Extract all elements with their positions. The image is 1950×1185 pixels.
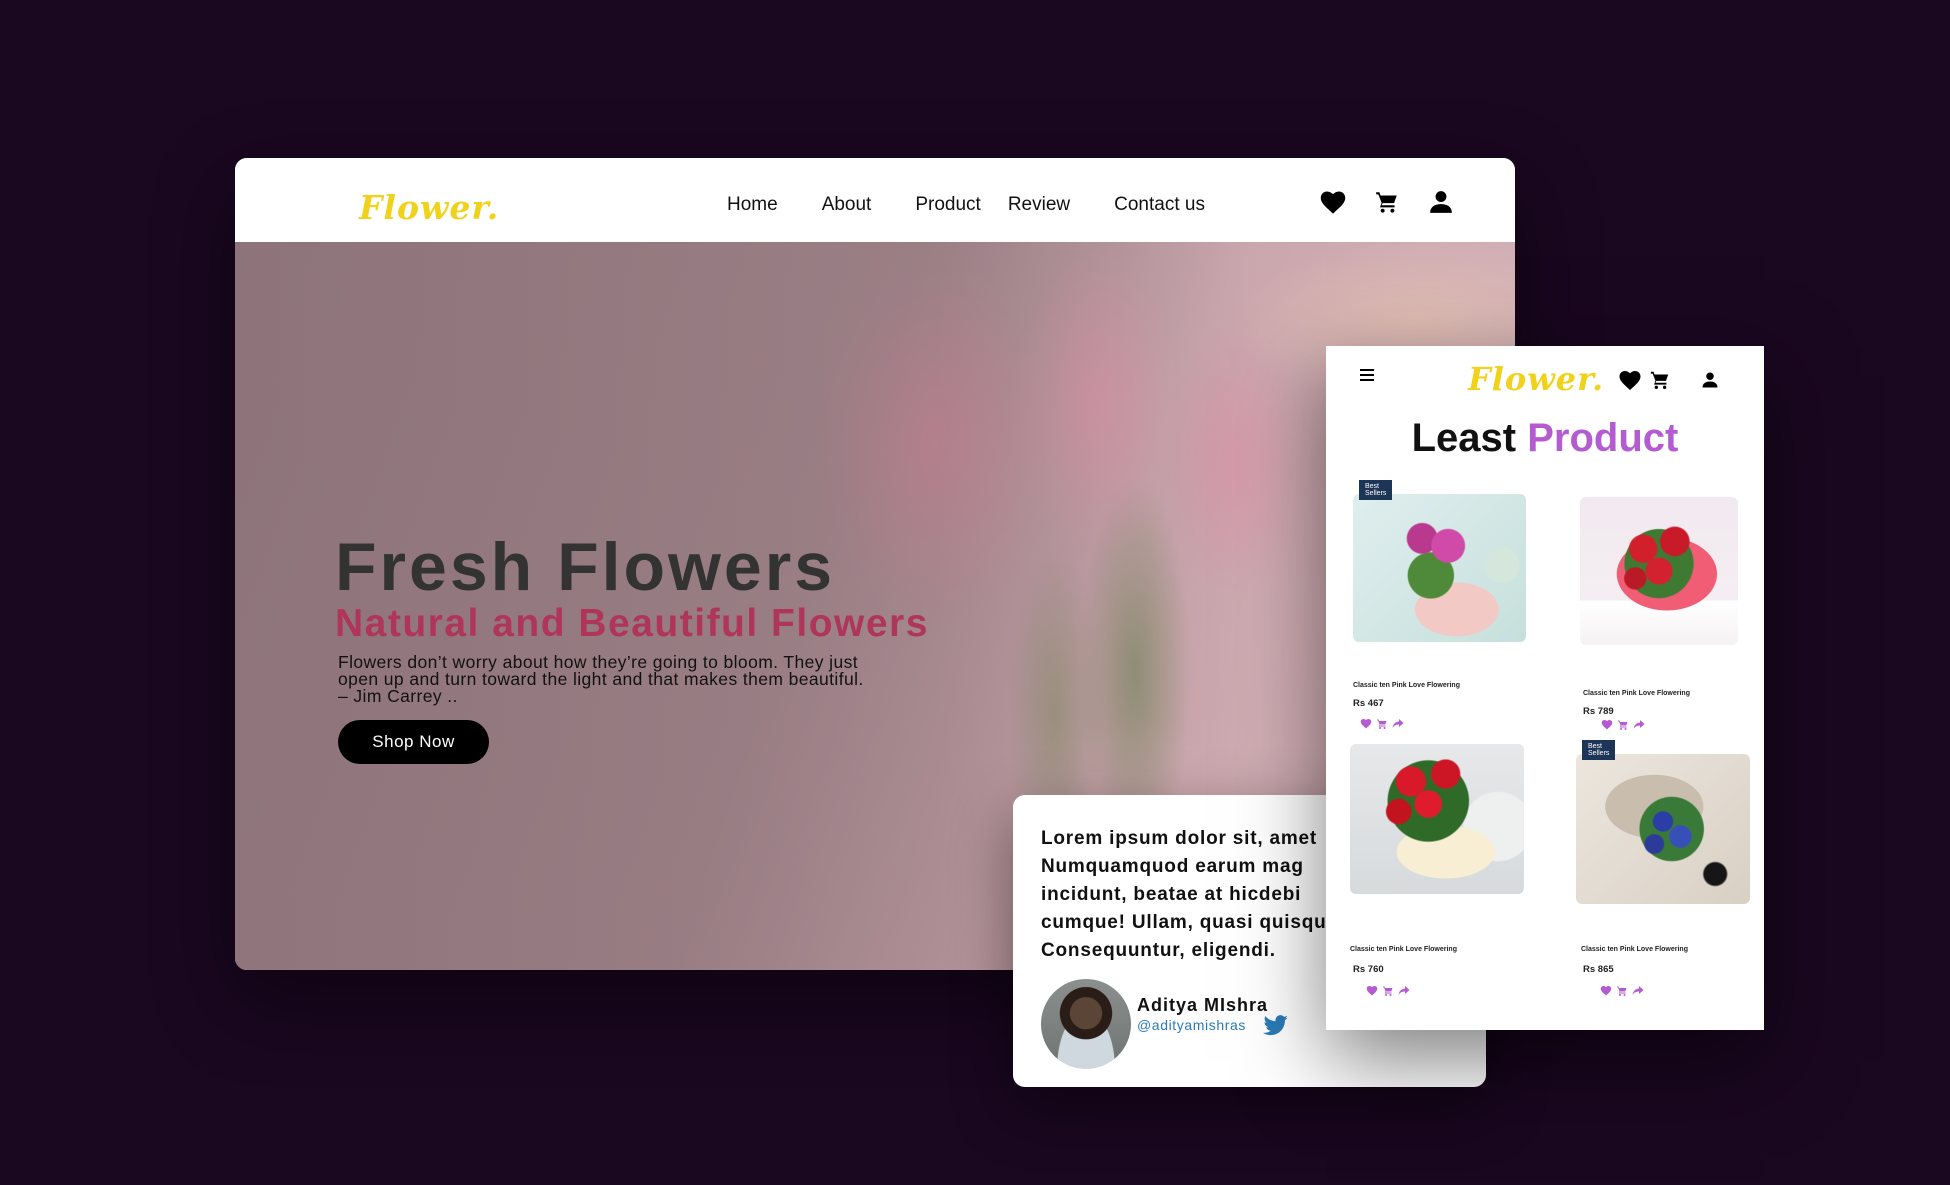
mobile-brand-logo[interactable]: Flower. [1468,360,1604,398]
product-name: Classic ten Pink Love Flowering [1353,682,1460,689]
add-to-cart-icon[interactable] [1616,718,1629,731]
hamburger-menu-icon[interactable] [1360,368,1374,386]
nav-icon-group [1319,188,1455,216]
nav-home[interactable]: Home [727,194,778,224]
share-icon[interactable] [1632,718,1645,731]
add-to-cart-icon[interactable] [1381,984,1394,997]
add-to-cart-icon[interactable] [1375,717,1388,730]
nav-review[interactable]: Review [1008,194,1070,224]
author-name: Aditya MIshra [1137,995,1269,1015]
product-price: Rs 467 [1353,698,1384,709]
nav-about[interactable]: About [822,194,872,224]
product-image[interactable] [1576,754,1750,904]
share-icon[interactable] [1391,717,1404,730]
product-name: Classic ten Pink Love Flowering [1350,946,1457,953]
product-price: Rs 865 [1583,964,1614,975]
heart-icon[interactable] [1618,368,1642,392]
best-seller-badge: Best Sellers [1582,740,1616,760]
product-price: Rs 760 [1353,964,1384,975]
share-icon[interactable] [1631,984,1644,997]
hero-subtitle: Natural and Beautiful Flowers [335,602,929,645]
product-image[interactable] [1580,497,1738,645]
add-to-cart-icon[interactable] [1615,984,1628,997]
nav-links: Home About Product Review Contact us [727,194,1249,224]
section-title: Least Product [1326,416,1764,461]
product-name: Classic ten Pink Love Flowering [1581,946,1688,953]
mobile-mockup: Flower. Least Product Best Sellers Class… [1326,346,1764,1030]
product-actions [1600,718,1645,731]
wishlist-icon[interactable] [1359,717,1372,730]
product-image[interactable] [1350,744,1524,894]
product-actions [1599,984,1644,997]
product-image[interactable] [1353,494,1526,642]
avatar [1041,979,1131,1069]
nav-product[interactable]: Product [915,194,980,224]
section-title-accent-word: Product [1527,416,1679,460]
cart-icon[interactable] [1648,368,1672,392]
wishlist-icon[interactable] [1365,984,1378,997]
wishlist-icon[interactable] [1599,984,1612,997]
hero-quote-author: – Jim Carrey .. [338,686,458,706]
user-icon[interactable] [1427,188,1455,216]
product-actions [1359,717,1404,730]
nav-contact[interactable]: Contact us [1114,194,1205,224]
user-icon[interactable] [1698,368,1722,392]
wishlist-icon[interactable] [1600,718,1613,731]
product-actions [1365,984,1410,997]
cart-icon[interactable] [1373,188,1401,216]
author-handle[interactable]: @adityamishras [1137,1017,1246,1033]
twitter-icon[interactable] [1263,1015,1289,1042]
section-title-word: Least [1411,416,1517,460]
share-icon[interactable] [1397,984,1410,997]
best-seller-badge: Best Sellers [1359,480,1393,500]
mobile-icon-group [1618,368,1722,392]
shop-now-button[interactable]: Shop Now [338,720,489,764]
product-price: Rs 789 [1583,706,1614,717]
brand-logo[interactable]: Flower. [359,188,499,227]
top-navbar: Flower. Home About Product Review Contac… [235,158,1515,242]
hero-title: Fresh Flowers [335,529,836,605]
heart-icon[interactable] [1319,188,1347,216]
hero-quote: Flowers don’t worry about how they’re go… [338,653,978,706]
product-name: Classic ten Pink Love Flowering [1583,690,1690,697]
